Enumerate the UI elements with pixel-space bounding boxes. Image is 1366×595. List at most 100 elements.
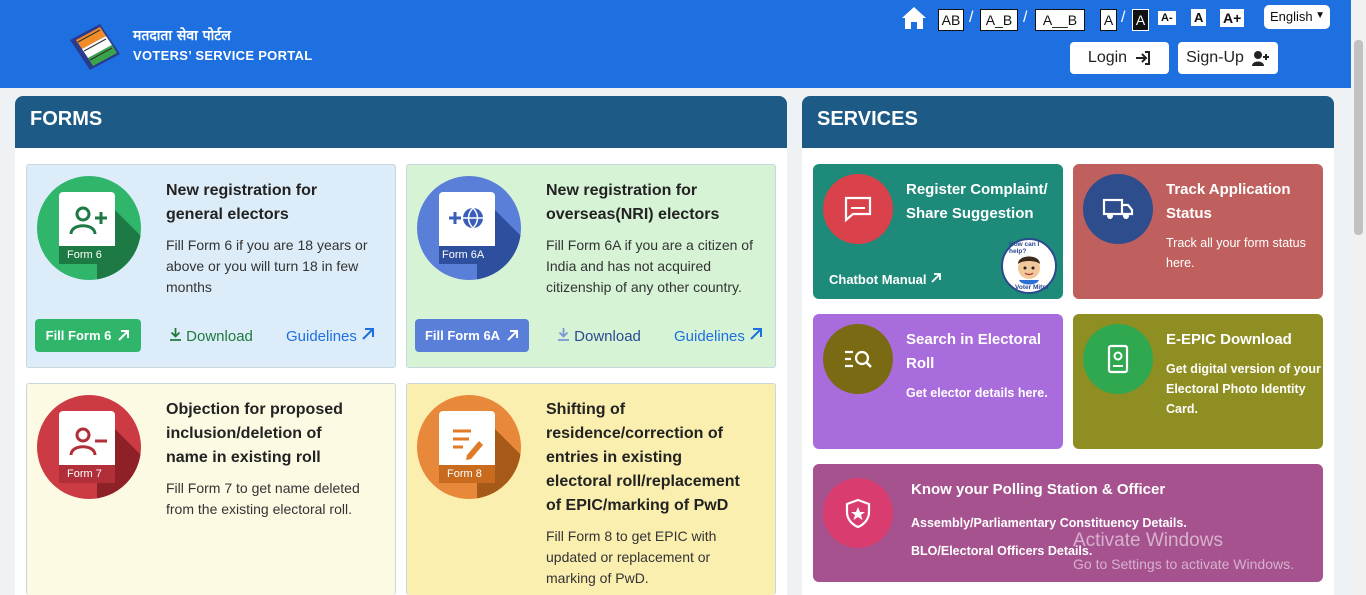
- language-value: English: [1270, 9, 1313, 24]
- desc-line: India and has not acquired: [546, 258, 712, 274]
- arrow-up-right-icon: [362, 328, 375, 340]
- download-label: Download: [186, 328, 253, 345]
- register-complaint-card[interactable]: Register Complaint/ Share Suggestion Cha…: [813, 164, 1063, 299]
- chevron-down-icon: ▼: [1315, 10, 1325, 21]
- brand-english: VOTERS’ SERVICE PORTAL: [133, 48, 313, 63]
- portal-logo[interactable]: [66, 22, 124, 72]
- title-line: Search in Electoral: [906, 331, 1042, 348]
- title-line: Shifting of: [546, 401, 626, 418]
- title-line: Roll: [906, 355, 935, 372]
- form6-guidelines-link[interactable]: Guidelines: [286, 327, 375, 345]
- search-electoral-roll-desc: Get elector details here.: [906, 383, 1048, 403]
- id-card-icon: [1083, 324, 1153, 394]
- language-select[interactable]: English ▼: [1264, 5, 1330, 29]
- signup-label: Sign-Up: [1186, 49, 1244, 66]
- scrollbar[interactable]: [1351, 0, 1366, 595]
- search-electoral-roll-card[interactable]: Search in Electoral Roll Get elector det…: [813, 314, 1063, 449]
- form7-label: Form 7: [67, 468, 102, 480]
- desc-line: Track all your form status: [1166, 236, 1306, 250]
- desc-line: above or you will turn 18 in few: [166, 258, 359, 274]
- add-user-icon: [1251, 51, 1269, 66]
- form6a-icon: Form 6A: [417, 176, 521, 280]
- download-label: Download: [574, 328, 641, 345]
- desc-line: Fill Form 8 to get EPIC with: [546, 528, 717, 544]
- title-line: Track Application: [1166, 181, 1291, 198]
- voter-mitra-badge[interactable]: How can I help? Voter Mitra: [1001, 238, 1057, 294]
- track-application-card[interactable]: Track Application Status Track all your …: [1073, 164, 1323, 299]
- scroll-thumb[interactable]: [1354, 40, 1363, 235]
- font-decrease-button[interactable]: A-: [1158, 9, 1176, 25]
- title-line: E-EPIC Download: [1166, 331, 1292, 348]
- contrast-dark-button[interactable]: A: [1132, 9, 1149, 31]
- title-line: residence/correction of: [546, 425, 723, 442]
- desc-line: Card.: [1166, 402, 1198, 416]
- form7-desc: Fill Form 7 to get name deleted from the…: [166, 478, 360, 520]
- form6-icon: Form 6: [37, 176, 141, 280]
- form6-card: Form 6 New registration for general elec…: [26, 164, 396, 368]
- user-remove-icon: [59, 411, 141, 499]
- title-line: entries in existing: [546, 449, 683, 466]
- title-line: of EPIC/marking of PwD: [546, 497, 729, 514]
- spacing-normal-button[interactable]: AB: [938, 9, 964, 31]
- home-icon[interactable]: [901, 5, 927, 31]
- form6a-download-link[interactable]: Download: [557, 327, 641, 345]
- title-line: New registration for: [546, 182, 698, 199]
- form6-desc: Fill Form 6 if you are 18 years or above…: [166, 235, 368, 298]
- form6a-title: New registration for overseas(NRI) elect…: [546, 179, 719, 227]
- fill-form6-label: Fill Form 6: [45, 328, 112, 343]
- desc-line: Electoral Photo Identity: [1166, 382, 1306, 396]
- font-increase-button[interactable]: A+: [1220, 9, 1245, 27]
- e-epic-download-desc: Get digital version of your Electoral Ph…: [1166, 359, 1321, 419]
- form6-download-link[interactable]: Download: [169, 327, 253, 345]
- signup-button[interactable]: Sign-Up: [1178, 42, 1278, 74]
- badge-subtext: Voter Mitra: [1015, 284, 1049, 291]
- form6-title: New registration for general electors: [166, 179, 317, 227]
- form7-icon: Form 7: [37, 395, 141, 499]
- title-line: Register Complaint/: [906, 181, 1048, 198]
- track-application-title: Track Application Status: [1166, 178, 1290, 226]
- contrast-normal-button[interactable]: A: [1100, 9, 1117, 31]
- desc-line: Fill Form 7 to get name deleted: [166, 480, 360, 496]
- fill-form6a-button[interactable]: Fill Form 6A: [415, 319, 529, 352]
- font-normal-label: A: [1191, 9, 1207, 26]
- title-line: overseas(NRI) electors: [546, 206, 720, 223]
- arrow-up-right-icon: [118, 330, 130, 341]
- form6-label: Form 6: [67, 249, 102, 261]
- search-list-icon: [823, 324, 893, 394]
- form8-desc: Fill Form 8 to get EPIC with updated or …: [546, 526, 716, 589]
- download-icon: [558, 328, 569, 341]
- title-line: electoral roll/replacement: [546, 473, 740, 490]
- polling-station-title: Know your Polling Station & Officer: [911, 478, 1165, 502]
- brand-hindi: मतदाता सेवा पोर्टल: [133, 28, 231, 44]
- fill-form6a-label: Fill Form 6A: [424, 328, 501, 343]
- title-line: name in existing roll: [166, 449, 321, 466]
- title-line: Status: [1166, 205, 1212, 222]
- e-epic-download-title: E-EPIC Download: [1166, 328, 1292, 352]
- truck-icon: [1083, 174, 1153, 244]
- search-electoral-roll-title: Search in Electoral Roll: [906, 328, 1041, 376]
- forms-title: FORMS: [15, 96, 787, 148]
- e-epic-download-card[interactable]: E-EPIC Download Get digital version of y…: [1073, 314, 1323, 449]
- chatbot-manual-link[interactable]: Chatbot Manual: [829, 270, 942, 290]
- font-decrease-label: A-: [1158, 11, 1176, 25]
- font-normal-button[interactable]: A: [1191, 9, 1207, 26]
- services-title: SERVICES: [802, 96, 1334, 148]
- desc-line: updated or replacement or: [546, 549, 711, 565]
- login-button[interactable]: Login: [1070, 42, 1169, 74]
- login-icon: [1136, 51, 1151, 65]
- fill-form6-button[interactable]: Fill Form 6: [35, 319, 141, 352]
- desc-line: from the existing electoral roll.: [166, 501, 352, 517]
- desc-line: citizenship of any other country.: [546, 279, 742, 295]
- form8-card: Form 8 Shifting of residence/correction …: [406, 383, 776, 595]
- windows-watermark: Activate Windows: [1073, 530, 1223, 551]
- form6a-guidelines-link[interactable]: Guidelines: [674, 327, 763, 345]
- arrow-up-right-icon: [507, 330, 519, 341]
- desc-line: months: [166, 279, 212, 295]
- desc-line: Get elector details here.: [906, 386, 1048, 400]
- user-add-icon: [59, 192, 141, 280]
- windows-watermark-sub: Go to Settings to activate Windows.: [1073, 556, 1294, 572]
- spacing-medium-button[interactable]: A_B: [980, 9, 1018, 31]
- separator: /: [1121, 9, 1126, 26]
- spacing-wide-button[interactable]: A__B: [1035, 9, 1085, 31]
- login-label: Login: [1087, 49, 1128, 66]
